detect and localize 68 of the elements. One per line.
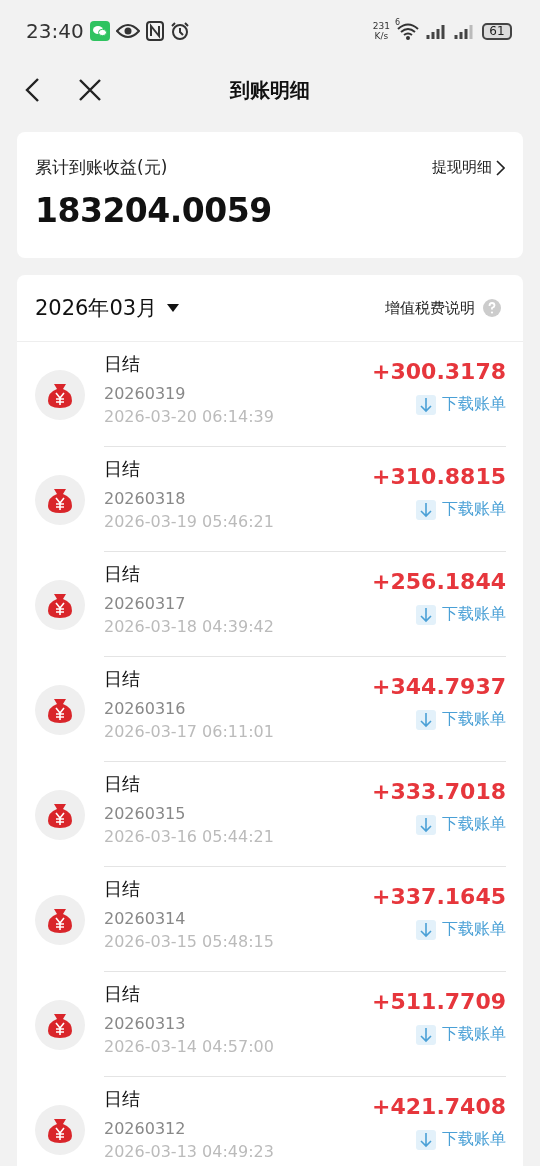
record-amount: +421.7408 (372, 1093, 506, 1121)
status-time: 23:40 (26, 19, 84, 43)
money-bag-icon (35, 999, 85, 1050)
record-amount: +256.1844 (372, 568, 506, 596)
wifi-label: 6 (395, 18, 401, 27)
download-bill-button[interactable]: 下载账单 (416, 814, 506, 835)
download-bill-button[interactable]: 下载账单 (416, 499, 506, 520)
money-bag-icon (35, 894, 85, 945)
summary-label: 累计到账收益(元) (35, 156, 168, 179)
record-batch: 20260319 (104, 384, 187, 404)
record-batch: 20260314 (104, 909, 187, 929)
record-title: 日结 (104, 982, 141, 1006)
money-bag-icon (35, 1104, 85, 1155)
record-batch: 20260316 (104, 699, 187, 719)
download-bill-button[interactable]: 下载账单 (416, 394, 506, 415)
record-time: 2026-03-20 06:14:39 (104, 406, 274, 428)
nfc-icon (145, 21, 164, 41)
record-amount: +310.8815 (372, 463, 506, 491)
record-time: 2026-03-18 04:39:42 (104, 616, 274, 638)
battery-level: 61 (482, 22, 512, 40)
record-amount: +337.1645 (372, 883, 506, 911)
record-amount: +333.7018 (372, 778, 506, 806)
record-time: 2026-03-14 04:57:00 (104, 1036, 274, 1058)
download-bill-button[interactable]: 下载账单 (416, 604, 506, 625)
record-batch: 20260318 (104, 489, 187, 509)
record-title: 日结 (104, 1087, 141, 1111)
record-time: 2026-03-13 04:49:23 (104, 1141, 274, 1163)
money-bag-icon (35, 579, 85, 630)
record-title: 日结 (104, 562, 141, 586)
record-amount: +300.3178 (372, 358, 506, 386)
record-title: 日结 (104, 457, 141, 481)
download-bill-button[interactable]: 下载账单 (416, 1024, 506, 1045)
withdraw-details-link[interactable]: 提现明细 (432, 158, 505, 177)
tax-info-link[interactable]: 增值税费说明 (385, 298, 475, 318)
record-amount: +511.7709 (372, 988, 506, 1016)
record-time: 2026-03-19 05:46:21 (104, 511, 274, 533)
record-time: 2026-03-16 05:44:21 (104, 826, 274, 848)
record-batch: 20260313 (104, 1014, 187, 1034)
eye-icon (115, 23, 140, 39)
money-bag-icon (35, 789, 85, 840)
download-bill-button[interactable]: 下载账单 (416, 919, 506, 940)
close-button[interactable] (78, 78, 102, 102)
record-title: 日结 (104, 877, 141, 901)
help-icon[interactable] (483, 299, 501, 317)
chat-app-icon (89, 21, 110, 41)
network-speed: 231 K/s (372, 21, 390, 41)
record-title: 日结 (104, 667, 141, 691)
signal-icon (426, 23, 448, 39)
record-time: 2026-03-15 05:48:15 (104, 931, 274, 953)
record-title: 日结 (104, 352, 141, 376)
signal-icon (454, 23, 476, 39)
alarm-icon (169, 21, 190, 41)
dropdown-triangle-icon[interactable] (167, 304, 180, 312)
money-bag-icon (35, 369, 85, 420)
month-picker[interactable]: 2026年03月 (35, 294, 180, 322)
chevron-right-icon[interactable] (496, 159, 505, 176)
record-time: 2026-03-17 06:11:01 (104, 721, 274, 743)
money-bag-icon (35, 684, 85, 735)
record-batch: 20260317 (104, 594, 187, 614)
download-bill-button[interactable]: 下载账单 (416, 709, 506, 730)
money-bag-icon (35, 474, 85, 525)
download-bill-button[interactable]: 下载账单 (416, 1129, 506, 1150)
record-batch: 20260312 (104, 1119, 187, 1139)
record-amount: +344.7937 (372, 673, 506, 701)
page-title: 到账明细 (230, 76, 310, 104)
total-amount: 183204.0059 (35, 191, 273, 230)
record-title: 日结 (104, 772, 141, 796)
record-batch: 20260315 (104, 804, 187, 824)
